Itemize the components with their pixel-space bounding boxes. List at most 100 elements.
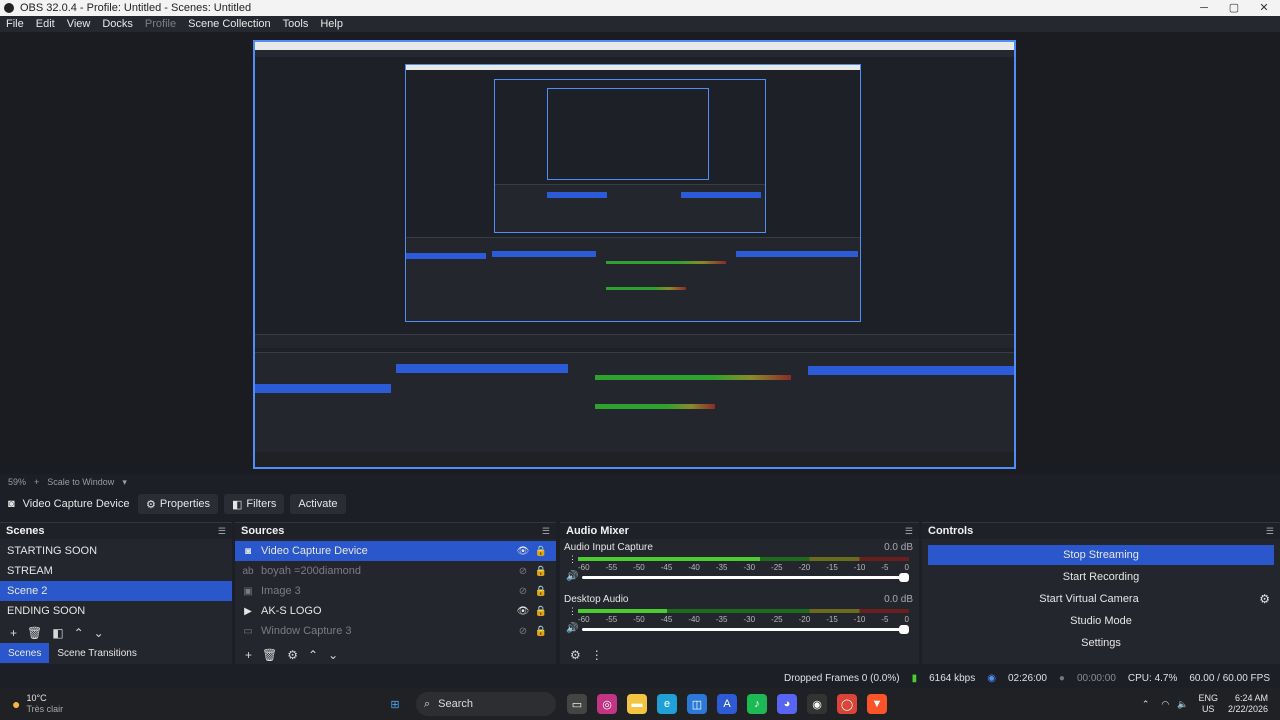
scene-item[interactable]: ENDING SOON	[0, 601, 232, 621]
eye-icon[interactable]: 👁	[514, 606, 532, 617]
dock-menu-icon[interactable]: ☰	[1266, 526, 1274, 537]
kebab-menu-icon[interactable]: ⋮	[568, 606, 577, 617]
eye-hidden-icon[interactable]: ⊘	[514, 626, 532, 637]
stop-streaming-button[interactable]: Stop Streaming	[928, 545, 1274, 565]
menu-tools[interactable]: Tools	[277, 18, 315, 30]
slider-knob[interactable]	[899, 625, 909, 634]
dock-menu-icon[interactable]: ☰	[542, 526, 550, 537]
zoom-plus-icon[interactable]: +	[34, 477, 39, 487]
edge-icon[interactable]: e	[657, 694, 677, 714]
up-arrow-icon[interactable]: ⌃	[308, 648, 318, 662]
start-recording-button[interactable]: Start Recording	[928, 567, 1274, 587]
chevron-down-icon[interactable]: ▾	[122, 477, 127, 488]
filter-icon[interactable]: ◧	[52, 626, 63, 640]
trash-icon[interactable]: 🗑	[27, 626, 42, 640]
taskview-icon[interactable]: ▭	[567, 694, 587, 714]
folder-icon[interactable]: ▬	[627, 694, 647, 714]
lock-icon[interactable]: 🔒	[532, 606, 550, 617]
meter-tick-label: -60	[578, 615, 590, 624]
menu-docks[interactable]: Docks	[96, 18, 139, 30]
maximize-button[interactable]: ▢	[1218, 0, 1250, 16]
meter-tick-label: -20	[798, 615, 811, 624]
up-arrow-icon[interactable]: ⌃	[74, 626, 84, 640]
menu-file[interactable]: File	[0, 18, 30, 30]
menu-help[interactable]: Help	[314, 18, 349, 30]
scale-mode[interactable]: Scale to Window	[47, 477, 114, 487]
minimize-button[interactable]: ─	[1188, 0, 1220, 16]
source-item-selected[interactable]: ◙ Video Capture Device 👁 🔒	[235, 541, 556, 561]
tab-scene-transitions[interactable]: Scene Transitions	[49, 643, 145, 663]
scene-item-selected[interactable]: Scene 2	[0, 581, 232, 601]
menu-view[interactable]: View	[61, 18, 97, 30]
instagram-icon[interactable]: ◎	[597, 694, 617, 714]
scenes-dock: Scenes ☰ STARTING SOON STREAM Scene 2 END…	[0, 522, 232, 664]
taskbar-search[interactable]: ⌕ Search	[416, 692, 556, 716]
add-icon[interactable]: +	[245, 648, 252, 662]
kebab-menu-icon[interactable]: ⋮	[591, 648, 603, 662]
add-icon[interactable]: +	[10, 626, 17, 640]
meter-tick-label: -15	[826, 563, 838, 572]
properties-button[interactable]: ⚙ Properties	[138, 494, 219, 514]
brave-icon[interactable]: ▼	[867, 694, 887, 714]
source-item[interactable]: ab boyah =200diamond ⊘ 🔒	[235, 561, 556, 581]
eye-hidden-icon[interactable]: ⊘	[514, 566, 532, 577]
start-virtual-camera-button[interactable]: Start Virtual Camera	[928, 589, 1250, 609]
source-name: Video Capture Device	[261, 545, 368, 557]
trash-icon[interactable]: 🗑	[262, 648, 277, 662]
clock[interactable]: 6:24 AM 2/22/2026	[1228, 693, 1268, 715]
kebab-menu-icon[interactable]: ⋮	[568, 554, 577, 565]
volume-slider[interactable]	[582, 625, 909, 634]
down-arrow-icon[interactable]: ⌄	[94, 626, 104, 640]
slider-knob[interactable]	[899, 573, 909, 582]
preview-capture[interactable]	[253, 40, 1016, 469]
tab-scenes[interactable]: Scenes	[0, 643, 50, 663]
dropped-frames: Dropped Frames 0 (0.0%)	[783, 672, 900, 684]
spotify-icon[interactable]: ♪	[747, 694, 767, 714]
lock-icon[interactable]: 🔒	[532, 626, 550, 637]
language-indicator[interactable]: ENG US	[1198, 693, 1218, 715]
close-button[interactable]: ✕	[1248, 0, 1280, 16]
source-item[interactable]: ▭ Window Capture 3 ⊘ 🔒	[235, 621, 556, 641]
menu-edit[interactable]: Edit	[30, 18, 61, 30]
store-icon[interactable]: ◫	[687, 694, 707, 714]
down-arrow-icon[interactable]: ⌄	[328, 648, 338, 662]
menu-profile[interactable]: Profile	[139, 18, 182, 30]
filters-button[interactable]: ◧ Filters	[224, 494, 285, 514]
gear-icon[interactable]: ⚙	[287, 648, 298, 662]
volume-icon[interactable]: 🔈	[1177, 699, 1188, 710]
lock-icon[interactable]: 🔒	[532, 586, 550, 597]
obs-icon[interactable]: ◉	[807, 694, 827, 714]
dock-menu-icon[interactable]: ☰	[905, 526, 913, 537]
fps: 60.00 / 60.00 FPS	[1189, 672, 1270, 684]
wifi-icon[interactable]: ◠	[1161, 699, 1169, 710]
gear-icon[interactable]: ⚙	[1259, 592, 1270, 606]
source-item[interactable]: ▣ Image 3 ⊘ 🔒	[235, 581, 556, 601]
app-icon[interactable]: A	[717, 694, 737, 714]
discord-icon[interactable]: ◕	[777, 694, 797, 714]
eye-icon[interactable]: 👁	[514, 546, 532, 557]
chevron-up-icon[interactable]: ⌃	[1142, 699, 1150, 710]
scene-item[interactable]: STREAM	[0, 561, 232, 581]
weather-widget[interactable]: ● 10°C Très clair	[0, 693, 380, 715]
scenes-tabs: Scenes Scene Transitions	[0, 642, 145, 664]
studio-mode-button[interactable]: Studio Mode	[928, 611, 1274, 631]
speaker-icon[interactable]: 🔊	[566, 571, 578, 582]
eye-hidden-icon[interactable]: ⊘	[514, 586, 532, 597]
weather-temp: 10°C	[26, 693, 47, 703]
speaker-icon[interactable]: 🔊	[566, 623, 578, 634]
source-item[interactable]: ▶ AK-S LOGO 👁 🔒	[235, 601, 556, 621]
search-icon: ⌕	[424, 697, 431, 710]
settings-button[interactable]: Settings	[928, 633, 1274, 653]
gear-icon[interactable]: ⚙	[570, 648, 581, 662]
volume-slider[interactable]	[582, 573, 909, 582]
dock-menu-icon[interactable]: ☰	[218, 526, 226, 537]
scene-item[interactable]: STARTING SOON	[0, 541, 232, 561]
activate-button[interactable]: Activate	[290, 494, 346, 514]
mixer-header: Audio Mixer ☰	[560, 523, 919, 539]
zoom-level[interactable]: 59%	[8, 477, 26, 487]
menu-scene-collection[interactable]: Scene Collection	[182, 18, 277, 30]
chrome-icon[interactable]: ◯	[837, 694, 857, 714]
lock-icon[interactable]: 🔒	[532, 566, 550, 577]
windows-start-icon[interactable]: ⊞	[385, 694, 405, 714]
lock-icon[interactable]: 🔒	[532, 546, 550, 557]
